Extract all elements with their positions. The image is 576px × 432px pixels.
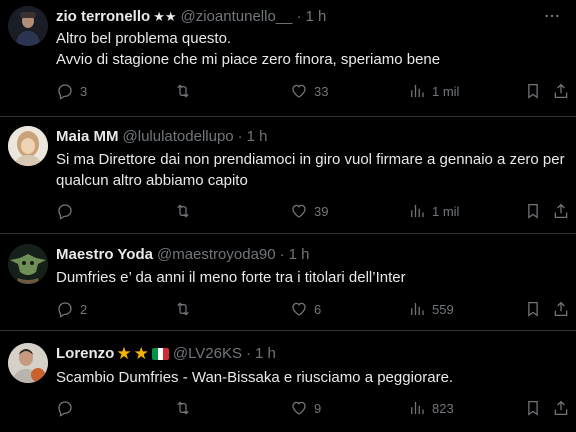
reply-count: 2 bbox=[80, 301, 88, 317]
tweet-text: Dumfries e’ da anni il meno forte tra i … bbox=[56, 269, 406, 286]
display-name[interactable]: zio terronello bbox=[56, 7, 150, 27]
tweet-text: Si ma Direttore dai non prendiamoci in g… bbox=[56, 151, 565, 189]
display-name[interactable]: Lorenzo bbox=[56, 344, 114, 364]
share-button[interactable] bbox=[552, 201, 570, 221]
handle[interactable]: @maestroyoda90 bbox=[157, 245, 276, 265]
reply-icon bbox=[56, 202, 74, 220]
like-count: 9 bbox=[314, 400, 322, 416]
bookmark-icon bbox=[524, 300, 542, 318]
handle[interactable]: @zioantunello__ bbox=[181, 7, 293, 27]
avatar[interactable] bbox=[8, 126, 48, 166]
separator: · bbox=[246, 345, 251, 362]
share-button[interactable] bbox=[552, 81, 570, 101]
heart-icon bbox=[290, 300, 308, 318]
like-count: 6 bbox=[314, 301, 322, 317]
reply-button[interactable]: 2 bbox=[56, 299, 87, 319]
tweet[interactable]: zio terronello ★★ @zioantunello__ · 1 h … bbox=[0, 0, 576, 117]
bookmark-icon bbox=[524, 82, 542, 100]
tweet[interactable]: Lorenzo ★ ★ @LV26KS · 1 h Scambio Dumfri… bbox=[0, 331, 576, 432]
italy-flag-icon bbox=[151, 348, 169, 360]
separator: · bbox=[296, 8, 302, 25]
bookmark-button[interactable] bbox=[524, 299, 542, 319]
retweet-icon bbox=[174, 399, 192, 417]
tweet-text: Scambio Dumfries - Wan-Bissaka e riuscia… bbox=[56, 369, 454, 386]
views-icon bbox=[408, 399, 426, 417]
view-count: 823 bbox=[432, 400, 454, 416]
bookmark-icon bbox=[524, 399, 542, 417]
share-button[interactable] bbox=[552, 299, 570, 319]
handle[interactable]: @lululatodellupo bbox=[123, 127, 234, 147]
reply-icon bbox=[56, 300, 74, 318]
like-button[interactable]: 9 bbox=[290, 398, 321, 418]
heart-icon bbox=[290, 202, 308, 220]
bookmark-button[interactable] bbox=[524, 81, 542, 101]
timestamp[interactable]: 1 h bbox=[255, 344, 276, 364]
timestamp[interactable]: 1 h bbox=[289, 245, 310, 265]
views-button[interactable]: 559 bbox=[408, 299, 454, 319]
view-count: 559 bbox=[432, 301, 454, 317]
display-name[interactable]: Maestro Yoda bbox=[56, 245, 153, 265]
share-icon bbox=[552, 399, 570, 417]
retweet-button[interactable] bbox=[174, 201, 198, 221]
separator: · bbox=[237, 128, 243, 145]
action-bar: 9 823 bbox=[56, 398, 572, 418]
reply-button[interactable] bbox=[56, 398, 80, 418]
retweet-button[interactable] bbox=[174, 398, 198, 418]
timestamp[interactable]: 1 h bbox=[305, 7, 326, 27]
views-icon bbox=[408, 82, 426, 100]
reply-count: 3 bbox=[80, 83, 88, 99]
share-button[interactable] bbox=[552, 398, 570, 418]
reply-icon bbox=[56, 82, 74, 100]
views-icon bbox=[408, 300, 426, 318]
star-badge: ★★ bbox=[153, 9, 177, 24]
handle[interactable]: @LV26KS bbox=[173, 344, 242, 364]
action-bar: 39 1 mil bbox=[56, 201, 572, 221]
like-button[interactable]: 39 bbox=[290, 201, 328, 221]
retweet-button[interactable] bbox=[174, 81, 198, 101]
reply-button[interactable]: 3 bbox=[56, 81, 87, 101]
like-button[interactable]: 33 bbox=[290, 81, 328, 101]
heart-icon bbox=[290, 82, 308, 100]
star-emoji-icon: ★ bbox=[116, 344, 132, 363]
views-button[interactable]: 1 mil bbox=[408, 81, 459, 101]
share-icon bbox=[552, 202, 570, 220]
action-bar: 2 6 559 bbox=[56, 299, 572, 319]
separator: · bbox=[279, 246, 285, 263]
avatar[interactable] bbox=[8, 343, 48, 383]
share-icon bbox=[552, 82, 570, 100]
like-button[interactable]: 6 bbox=[290, 299, 321, 319]
retweet-icon bbox=[174, 202, 192, 220]
timestamp[interactable]: 1 h bbox=[247, 127, 268, 147]
bookmark-icon bbox=[524, 202, 542, 220]
tweet-text: Altro bel problema questo. Avvio di stag… bbox=[56, 30, 441, 68]
retweet-button[interactable] bbox=[174, 299, 198, 319]
views-icon bbox=[408, 202, 426, 220]
retweet-icon bbox=[174, 82, 192, 100]
views-button[interactable]: 1 mil bbox=[408, 201, 459, 221]
bookmark-button[interactable] bbox=[524, 398, 542, 418]
tweet[interactable]: Maia MM @lululatodellupo · 1 h Si ma Dir… bbox=[0, 117, 576, 234]
avatar[interactable] bbox=[8, 244, 48, 284]
view-count: 1 mil bbox=[432, 203, 460, 219]
like-count: 39 bbox=[314, 203, 329, 219]
reply-button[interactable] bbox=[56, 201, 80, 221]
bookmark-button[interactable] bbox=[524, 201, 542, 221]
like-count: 33 bbox=[314, 83, 329, 99]
reply-icon bbox=[56, 399, 74, 417]
more-dots-icon[interactable] bbox=[542, 7, 562, 27]
tweet[interactable]: Maestro Yoda @maestroyoda90 · 1 h Dumfri… bbox=[0, 234, 576, 331]
heart-icon bbox=[290, 399, 308, 417]
action-bar: 3 33 1 mil bbox=[56, 81, 572, 101]
views-button[interactable]: 823 bbox=[408, 398, 454, 418]
share-icon bbox=[552, 300, 570, 318]
star-emoji-icon: ★ bbox=[133, 344, 149, 363]
display-name[interactable]: Maia MM bbox=[56, 127, 119, 147]
retweet-icon bbox=[174, 300, 192, 318]
avatar[interactable] bbox=[8, 6, 48, 46]
view-count: 1 mil bbox=[432, 83, 460, 99]
